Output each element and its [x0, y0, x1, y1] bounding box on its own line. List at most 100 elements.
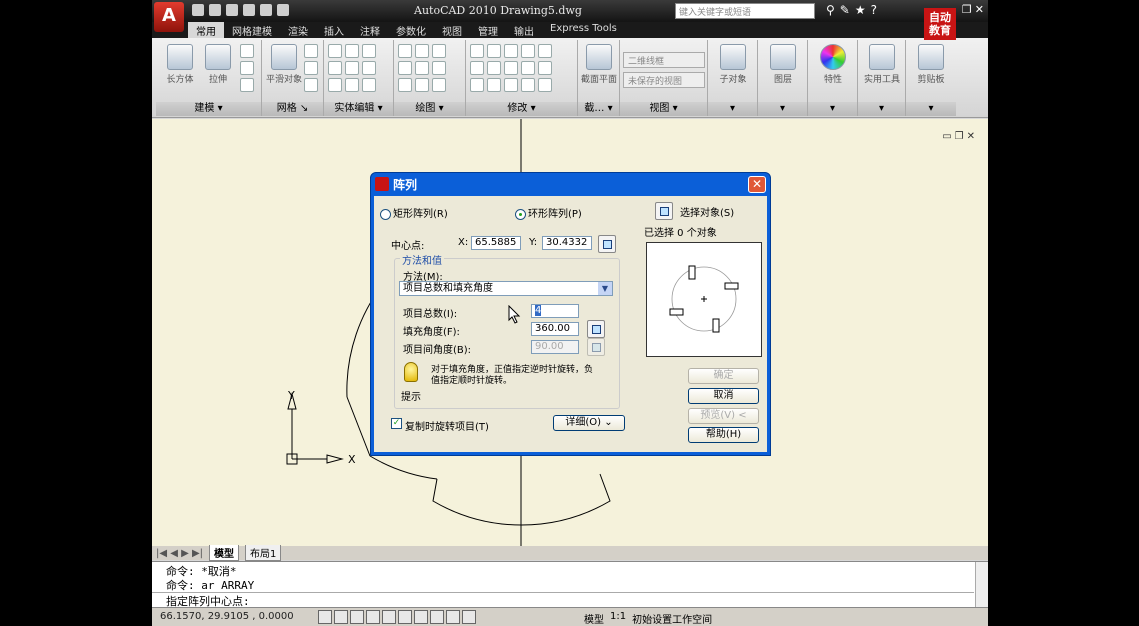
- tab-manage[interactable]: 管理: [470, 22, 506, 38]
- tab-nav-icon[interactable]: |◀ ◀ ▶ ▶|: [156, 548, 203, 559]
- radio-polar-array[interactable]: 环形阵列(P): [515, 205, 582, 220]
- qp-toggle-icon[interactable]: [462, 610, 476, 624]
- binoculars-icon[interactable]: ⚲: [826, 3, 835, 17]
- cancel-button[interactable]: 取消: [688, 388, 759, 404]
- save-icon[interactable]: [226, 4, 238, 16]
- lwt-toggle-icon[interactable]: [446, 610, 460, 624]
- center-y-input[interactable]: 30.4332: [542, 236, 592, 250]
- arc-bottom-left[interactable]: [369, 455, 438, 480]
- tab-mesh-modeling[interactable]: 网格建模: [224, 22, 280, 38]
- polar-toggle-icon[interactable]: [366, 610, 380, 624]
- tab-output[interactable]: 输出: [506, 22, 542, 38]
- lightbulb-icon: [404, 362, 418, 382]
- undo-icon[interactable]: [243, 4, 255, 16]
- new-icon[interactable]: [192, 4, 204, 16]
- extrude-button[interactable]: 拉伸: [200, 44, 236, 85]
- preview-button[interactable]: 预览(V) <: [688, 408, 759, 424]
- section-plane-button[interactable]: 截面平面: [581, 44, 617, 85]
- otrack-toggle-icon[interactable]: [398, 610, 412, 624]
- tab-layout1[interactable]: 布局1: [245, 545, 282, 561]
- coordinate-readout[interactable]: 66.1570, 29.9105 , 0.0000: [160, 611, 294, 622]
- brand-line-1: 自动: [929, 11, 951, 24]
- star-icon[interactable]: ★: [855, 3, 866, 17]
- viewport-minimize-icon[interactable]: ▭: [942, 131, 954, 142]
- center-x-input[interactable]: 65.5885: [471, 236, 521, 250]
- tab-render[interactable]: 渲染: [280, 22, 316, 38]
- center-point-label: 中心点:: [391, 241, 425, 252]
- dialog-title-bar[interactable]: 阵列 ✕: [371, 173, 770, 196]
- redo-icon[interactable]: [260, 4, 272, 16]
- tab-insert[interactable]: 插入: [316, 22, 352, 38]
- properties-button[interactable]: 特性: [815, 44, 851, 85]
- panel-section-title[interactable]: 截… ▾: [578, 102, 619, 116]
- tab-express-tools[interactable]: Express Tools: [542, 22, 625, 38]
- tab-view[interactable]: 视图: [434, 22, 470, 38]
- annotation-scale[interactable]: 1:1: [610, 611, 626, 626]
- layers-button[interactable]: 图层: [765, 44, 801, 85]
- line-left[interactable]: [346, 396, 371, 457]
- fill-angle-input[interactable]: 360.00: [531, 322, 579, 336]
- panel-view-title[interactable]: 视图 ▾: [620, 102, 707, 116]
- pick-angle-between-button[interactable]: [587, 338, 605, 356]
- osnap-toggle-icon[interactable]: [382, 610, 396, 624]
- restore-icon[interactable]: ❐: [962, 3, 972, 16]
- viewport-controls: ▭❐✕: [942, 131, 978, 142]
- panel-draw-title[interactable]: 绘图 ▾: [394, 102, 465, 116]
- ortho-toggle-icon[interactable]: [350, 610, 364, 624]
- pick-center-button[interactable]: [598, 235, 616, 253]
- help-icon[interactable]: ?: [871, 3, 877, 17]
- help-button[interactable]: 帮助(H): [688, 427, 759, 443]
- panel-properties-title[interactable]: ▾: [808, 102, 857, 116]
- clipboard-button[interactable]: 剪贴板: [913, 44, 949, 85]
- select-objects-button[interactable]: [655, 202, 673, 220]
- utilities-button[interactable]: 实用工具: [864, 44, 900, 85]
- subobject-button[interactable]: 子对象: [715, 44, 751, 85]
- radio-rect-array[interactable]: 矩形阵列(R): [380, 205, 448, 220]
- panel-modify-title[interactable]: 修改 ▾: [466, 102, 577, 116]
- tab-parametric[interactable]: 参数化: [388, 22, 434, 38]
- chevron-down-icon[interactable]: ▼: [598, 282, 612, 295]
- close-icon[interactable]: ✕: [975, 3, 984, 16]
- dialog-close-button[interactable]: ✕: [748, 176, 766, 193]
- panel-modeling-title[interactable]: 建模 ▾: [156, 102, 261, 116]
- tools-icon[interactable]: ✎: [840, 3, 850, 17]
- visual-style-select[interactable]: 二维线框: [623, 52, 705, 68]
- ok-button[interactable]: 确定: [688, 368, 759, 384]
- view-select[interactable]: 未保存的视图: [623, 72, 705, 88]
- rotate-items-checkbox[interactable]: ✓: [391, 418, 402, 429]
- command-scrollbar[interactable]: [975, 562, 988, 608]
- viewport-close-icon[interactable]: ✕: [967, 131, 978, 142]
- panel-mesh-title[interactable]: 网格 ↘: [262, 102, 323, 116]
- application-menu-button[interactable]: A: [154, 2, 184, 32]
- panel-solid-editing-title[interactable]: 实体编辑 ▾: [324, 102, 393, 116]
- box-button[interactable]: 长方体: [162, 44, 198, 85]
- details-button[interactable]: 详细(O) ⌄: [553, 415, 625, 431]
- smooth-object-button[interactable]: 平滑对象: [266, 44, 302, 85]
- quick-access-toolbar: [192, 4, 289, 16]
- layers-label: 图层: [773, 75, 792, 85]
- viewport-restore-icon[interactable]: ❐: [955, 131, 967, 142]
- array-preview: [646, 242, 762, 357]
- pick-fill-angle-button[interactable]: [587, 320, 605, 338]
- panel-subobject-title[interactable]: ▾: [708, 102, 757, 116]
- tab-home[interactable]: 常用: [188, 22, 224, 38]
- angle-between-input[interactable]: 90.00: [531, 340, 579, 354]
- tab-model[interactable]: 模型: [209, 545, 240, 561]
- panel-clipboard-title[interactable]: ▾: [906, 102, 956, 116]
- snap-toggle-icon[interactable]: [318, 610, 332, 624]
- method-select[interactable]: 项目总数和填充角度 ▼: [399, 281, 613, 296]
- panel-layers-title[interactable]: ▾: [758, 102, 807, 116]
- tab-annotate[interactable]: 注释: [352, 22, 388, 38]
- model-space-button[interactable]: 模型: [584, 611, 604, 626]
- dyn-toggle-icon[interactable]: [430, 610, 444, 624]
- ducs-toggle-icon[interactable]: [414, 610, 428, 624]
- plot-icon[interactable]: [277, 4, 289, 16]
- workspace-switch[interactable]: 初始设置工作空间: [632, 611, 712, 626]
- extrude-icon: [205, 44, 231, 70]
- command-prompt[interactable]: 指定阵列中心点:: [152, 592, 974, 608]
- search-input[interactable]: 键入关键字或短语: [675, 3, 815, 19]
- total-items-input[interactable]: 4: [531, 304, 579, 318]
- open-icon[interactable]: [209, 4, 221, 16]
- grid-toggle-icon[interactable]: [334, 610, 348, 624]
- panel-utilities-title[interactable]: ▾: [858, 102, 905, 116]
